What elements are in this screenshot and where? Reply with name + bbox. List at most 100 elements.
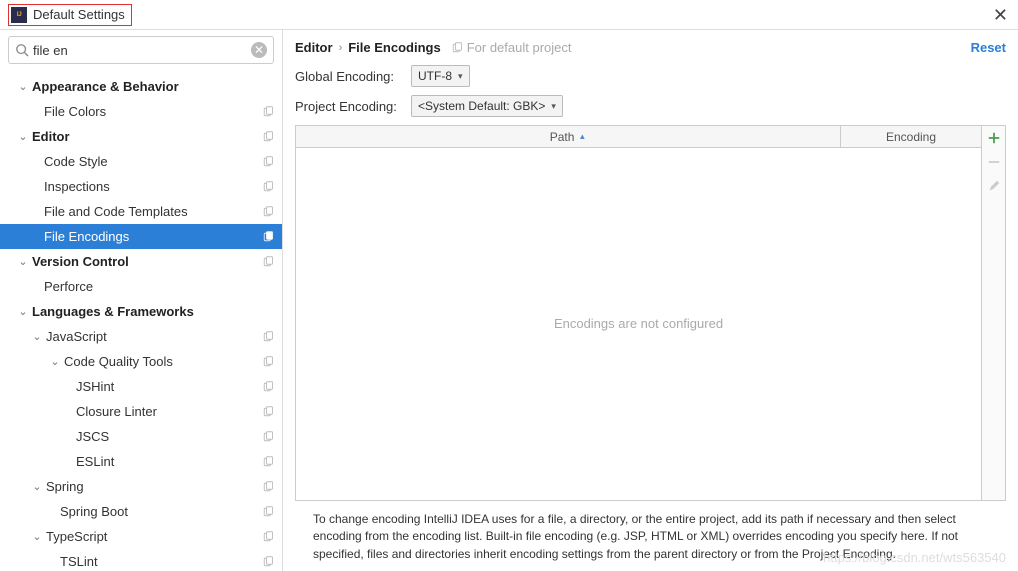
- project-encoding-select[interactable]: <System Default: GBK> ▾: [411, 95, 563, 117]
- copy-icon: [262, 531, 274, 543]
- sidebar-item-label: JSHint: [76, 379, 262, 394]
- sidebar-item[interactable]: Spring Boot: [0, 499, 282, 524]
- sidebar-item-label: Code Quality Tools: [64, 354, 262, 369]
- reset-link[interactable]: Reset: [971, 40, 1006, 55]
- project-encoding-label: Project Encoding:: [295, 99, 411, 114]
- sidebar-item[interactable]: ⌄TypeScript: [0, 524, 282, 549]
- settings-tree: ⌄Appearance & BehaviorFile Colors⌄Editor…: [0, 70, 282, 571]
- chevron-down-icon: ▾: [458, 71, 463, 82]
- chevron-down-icon: ▾: [551, 101, 556, 112]
- sidebar-item-label: ESLint: [76, 454, 262, 469]
- copy-icon: [262, 331, 274, 343]
- close-icon[interactable]: ✕: [993, 5, 1008, 26]
- sidebar-item[interactable]: ⌄JavaScript: [0, 324, 282, 349]
- search-input[interactable]: [29, 43, 251, 58]
- sidebar-item-label: Spring: [46, 479, 262, 494]
- copy-icon: [262, 356, 274, 368]
- sidebar-item[interactable]: ⌄Spring: [0, 474, 282, 499]
- sort-asc-icon: ▲: [578, 132, 586, 141]
- copy-icon: [262, 231, 274, 243]
- sidebar-item[interactable]: ⌄Code Quality Tools: [0, 349, 282, 374]
- copy-icon: [262, 431, 274, 443]
- search-box: ✕: [8, 36, 274, 64]
- chevron-down-icon: ⌄: [30, 530, 44, 543]
- copy-icon: [451, 42, 463, 54]
- copy-icon: [262, 506, 274, 518]
- project-note: For default project: [451, 40, 572, 55]
- copy-icon: [262, 406, 274, 418]
- sidebar-item[interactable]: ⌄Languages & Frameworks: [0, 299, 282, 324]
- app-icon: IJ: [11, 7, 27, 23]
- sidebar-item[interactable]: Inspections: [0, 174, 282, 199]
- copy-icon: [262, 131, 274, 143]
- sidebar-item-label: Code Style: [44, 154, 262, 169]
- sidebar-item[interactable]: File Encodings: [0, 224, 282, 249]
- sidebar-item-label: Spring Boot: [60, 504, 262, 519]
- sidebar-item-label: File Encodings: [44, 229, 262, 244]
- clear-search-icon[interactable]: ✕: [251, 42, 267, 58]
- titlebar: IJ Default Settings ✕: [0, 0, 1018, 30]
- breadcrumb-sep: ›: [339, 42, 343, 54]
- sidebar-item[interactable]: JSHint: [0, 374, 282, 399]
- sidebar-item[interactable]: ⌄Appearance & Behavior: [0, 74, 282, 99]
- breadcrumb-1: File Encodings: [348, 40, 440, 55]
- sidebar-item[interactable]: TSLint: [0, 549, 282, 571]
- copy-icon: [262, 106, 274, 118]
- sidebar-item-label: Inspections: [44, 179, 262, 194]
- chevron-down-icon: ⌄: [16, 305, 30, 318]
- copy-icon: [262, 381, 274, 393]
- sidebar-item-label: Version Control: [32, 254, 262, 269]
- chevron-down-icon: ⌄: [16, 130, 30, 143]
- sidebar-item-label: Editor: [32, 129, 262, 144]
- sidebar-item-label: Perforce: [44, 279, 274, 294]
- search-icon: [15, 43, 29, 57]
- global-encoding-select[interactable]: UTF-8 ▾: [411, 65, 470, 87]
- copy-icon: [262, 156, 274, 168]
- sidebar-item-label: Closure Linter: [76, 404, 262, 419]
- title-highlight: IJ Default Settings: [8, 4, 132, 26]
- sidebar: ✕ ⌄Appearance & BehaviorFile Colors⌄Edit…: [0, 30, 283, 571]
- sidebar-item-label: JSCS: [76, 429, 262, 444]
- watermark: https://blog.csdn.net/wts563540: [823, 550, 1006, 565]
- sidebar-item[interactable]: ⌄Editor: [0, 124, 282, 149]
- sidebar-item[interactable]: ⌄Version Control: [0, 249, 282, 274]
- remove-button[interactable]: [982, 150, 1006, 174]
- global-encoding-row: Global Encoding: UTF-8 ▾: [295, 65, 1006, 87]
- sidebar-item[interactable]: File Colors: [0, 99, 282, 124]
- sidebar-item[interactable]: Code Style: [0, 149, 282, 174]
- project-encoding-row: Project Encoding: <System Default: GBK> …: [295, 95, 1006, 117]
- sidebar-item[interactable]: Perforce: [0, 274, 282, 299]
- sidebar-item-label: File and Code Templates: [44, 204, 262, 219]
- sidebar-item[interactable]: ESLint: [0, 449, 282, 474]
- encodings-table: Path ▲ Encoding Encodings are not config…: [295, 125, 1006, 501]
- edit-button[interactable]: [982, 174, 1006, 198]
- window-title: Default Settings: [33, 7, 125, 22]
- table-toolbar: [981, 126, 1005, 500]
- copy-icon: [262, 481, 274, 493]
- add-button[interactable]: [982, 126, 1006, 150]
- encoding-header[interactable]: Encoding: [841, 126, 981, 147]
- global-encoding-label: Global Encoding:: [295, 69, 411, 84]
- copy-icon: [262, 256, 274, 268]
- breadcrumb-0: Editor: [295, 40, 333, 55]
- sidebar-item-label: Appearance & Behavior: [32, 79, 274, 94]
- sidebar-item[interactable]: JSCS: [0, 424, 282, 449]
- breadcrumb-row: Editor › File Encodings For default proj…: [295, 40, 1006, 55]
- sidebar-item[interactable]: Closure Linter: [0, 399, 282, 424]
- chevron-down-icon: ⌄: [30, 330, 44, 343]
- copy-icon: [262, 556, 274, 568]
- chevron-down-icon: ⌄: [16, 80, 30, 93]
- sidebar-item[interactable]: File and Code Templates: [0, 199, 282, 224]
- main-panel: Editor › File Encodings For default proj…: [283, 30, 1018, 571]
- sidebar-item-label: TSLint: [60, 554, 262, 569]
- copy-icon: [262, 456, 274, 468]
- copy-icon: [262, 181, 274, 193]
- sidebar-item-label: TypeScript: [46, 529, 262, 544]
- chevron-down-icon: ⌄: [16, 255, 30, 268]
- path-header[interactable]: Path ▲: [296, 126, 841, 147]
- table-empty-text: Encodings are not configured: [296, 148, 981, 500]
- chevron-down-icon: ⌄: [30, 480, 44, 493]
- sidebar-item-label: File Colors: [44, 104, 262, 119]
- sidebar-item-label: Languages & Frameworks: [32, 304, 274, 319]
- sidebar-item-label: JavaScript: [46, 329, 262, 344]
